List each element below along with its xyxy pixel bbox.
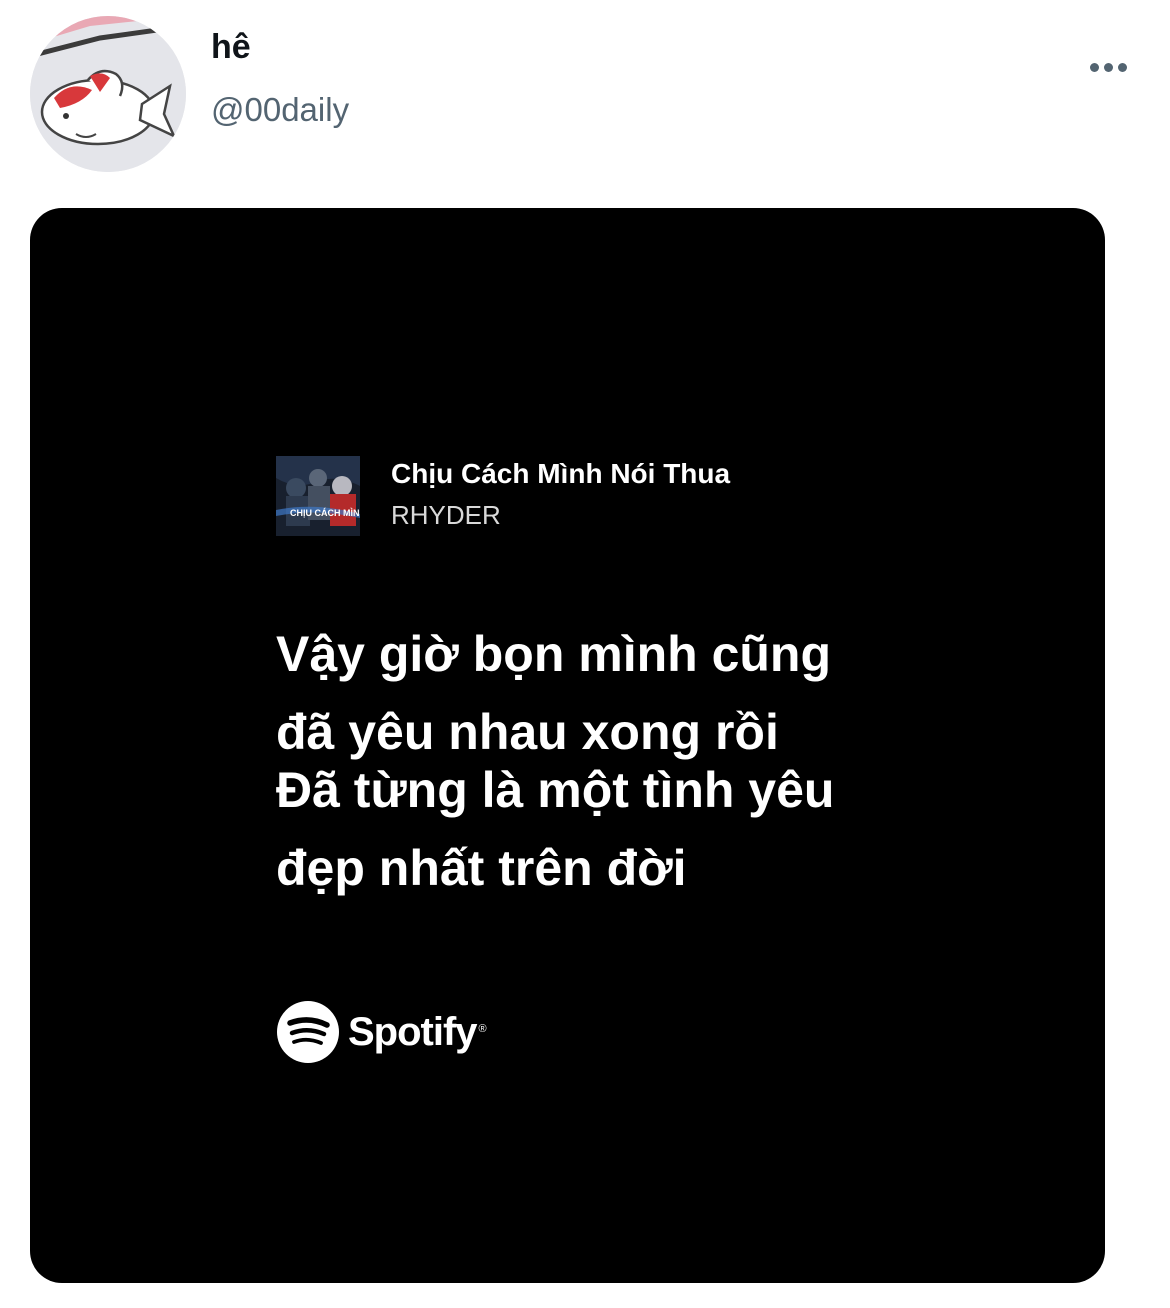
- user-handle[interactable]: @00daily: [211, 91, 349, 129]
- lyrics-block: Vậy giờ bọn mình cũng đã yêu nhau xong r…: [276, 618, 916, 904]
- song-title: Chịu Cách Mình Nói Thua: [391, 458, 731, 489]
- album-art: CHỊU CÁCH MÌNH thua: [276, 456, 360, 536]
- avatar-image: [30, 16, 186, 172]
- registered-mark: ®: [478, 1023, 487, 1035]
- artist-name: RHYDER: [391, 500, 501, 530]
- spotify-wordmark: Spotify: [348, 1009, 478, 1054]
- more-horizontal-icon: [1089, 62, 1099, 72]
- lyric-line: đẹp nhất trên đời: [276, 840, 687, 896]
- lyric-line: Vậy giờ bọn mình cũng: [276, 626, 832, 682]
- avatar[interactable]: [30, 16, 186, 172]
- album-art-text: CHỊU CÁCH MÌNH thua: [290, 508, 360, 518]
- display-name[interactable]: hê: [211, 28, 251, 67]
- spotify-icon: [277, 1001, 339, 1063]
- post-header: hê @00daily: [0, 0, 1170, 185]
- spotify-logo: Spotify ®: [276, 1000, 487, 1064]
- more-horizontal-icon-dot: [1117, 62, 1127, 72]
- more-options-button[interactable]: [1080, 52, 1136, 82]
- post-image-lyrics-card[interactable]: CHỊU CÁCH MÌNH thua Chịu Cách Mình Nói T…: [30, 208, 1105, 1283]
- lyric-line: Đã từng là một tình yêu: [276, 762, 835, 818]
- more-horizontal-icon-dot: [1103, 62, 1113, 72]
